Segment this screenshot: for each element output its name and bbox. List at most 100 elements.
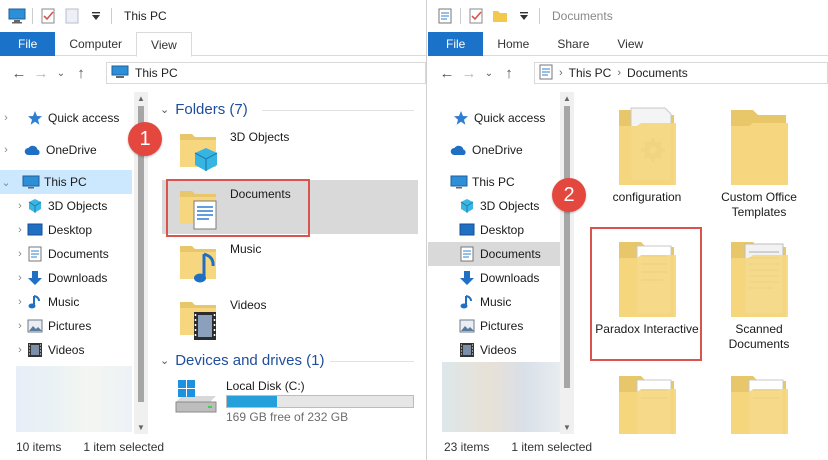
properties-icon[interactable]: [39, 8, 57, 24]
nav-item-downloads[interactable]: Downloads: [428, 266, 560, 290]
nav-item-3d-objects[interactable]: 3D Objects: [428, 194, 560, 218]
music-icon: [26, 294, 44, 310]
chevron-right-icon[interactable]: ›: [14, 272, 26, 284]
forward-arrow-icon[interactable]: →: [458, 62, 480, 84]
folder-item-custom-office-templates[interactable]: Custom Office Templates: [704, 104, 814, 220]
scroll-up-arrow-icon[interactable]: ▲: [134, 94, 148, 103]
chevron-down-icon[interactable]: ⌄: [0, 176, 12, 189]
nav-item-music[interactable]: › Music: [0, 290, 132, 314]
navigation-bar: ← → ⌄ ↑ › This PC › Documents: [428, 60, 828, 86]
forward-arrow-icon[interactable]: →: [30, 62, 52, 84]
chevron-right-icon[interactable]: ›: [14, 344, 26, 356]
scanned-folder-icon: [731, 242, 788, 317]
chevron-right-icon[interactable]: ›: [14, 200, 26, 212]
back-arrow-icon[interactable]: ←: [8, 62, 30, 84]
devices-group-header[interactable]: ⌄ Devices and drives (1): [160, 352, 324, 369]
video-icon: [458, 342, 476, 358]
scroll-down-arrow-icon[interactable]: ▼: [134, 423, 148, 432]
nav-item-documents[interactable]: Documents: [428, 242, 560, 266]
window-title: Documents: [552, 9, 613, 23]
music-folder-icon: [180, 246, 216, 283]
nav-label: OneDrive: [472, 143, 523, 157]
folder-label: configuration: [612, 190, 682, 204]
folder-label: Music: [230, 242, 262, 256]
chevron-right-icon[interactable]: ›: [14, 248, 26, 260]
chevron-right-icon[interactable]: ›: [14, 320, 26, 332]
nav-item-this-pc[interactable]: ⌄ This PC: [0, 170, 132, 194]
music-icon: [458, 294, 476, 310]
scrollbar-thumb[interactable]: [564, 106, 570, 388]
folder-item-3d-objects[interactable]: 3D Objects: [176, 126, 416, 176]
nav-label: Pictures: [480, 319, 524, 333]
new-folder-icon[interactable]: [63, 8, 81, 24]
nav-item-desktop[interactable]: › Desktop: [0, 218, 132, 242]
breadcrumb-this-pc[interactable]: This PC: [569, 66, 612, 80]
explorer-window-documents: Documents File Home Share View ← → ⌄ ↑ ›…: [428, 0, 828, 460]
selection-count: 1 item selected: [83, 440, 165, 454]
nav-item-documents[interactable]: › Documents: [0, 242, 132, 266]
nav-item-this-pc[interactable]: This PC: [428, 170, 560, 194]
breadcrumb-separator-icon[interactable]: ›: [617, 67, 621, 79]
drive-label: Local Disk (C:): [226, 379, 305, 393]
address-bar[interactable]: This PC: [106, 62, 426, 84]
breadcrumb-this-pc[interactable]: This PC: [135, 66, 178, 80]
nav-item-quick-access[interactable]: › Quick access: [0, 106, 132, 130]
chevron-down-icon[interactable]: ⌄: [160, 103, 169, 116]
breadcrumb-separator-icon[interactable]: ›: [559, 67, 563, 79]
folder-item-videos[interactable]: Videos: [176, 294, 416, 344]
back-arrow-icon[interactable]: ←: [436, 62, 458, 84]
folder-item-music[interactable]: Music: [176, 238, 416, 288]
chevron-right-icon[interactable]: ›: [0, 112, 12, 124]
tab-view[interactable]: View: [603, 32, 657, 56]
tab-file[interactable]: File: [428, 32, 484, 56]
up-arrow-icon[interactable]: ↑: [70, 62, 92, 84]
star-icon: [452, 110, 470, 126]
nav-item-videos[interactable]: Videos: [428, 338, 560, 362]
recent-locations-chevron-icon[interactable]: ⌄: [52, 62, 70, 84]
chevron-right-icon[interactable]: ›: [14, 296, 26, 308]
tab-home[interactable]: Home: [483, 32, 543, 56]
nav-item-quick-access[interactable]: Quick access: [428, 106, 560, 130]
cube-icon: [458, 198, 476, 214]
address-bar[interactable]: › This PC › Documents: [534, 62, 828, 84]
nav-item-desktop[interactable]: Desktop: [428, 218, 560, 242]
up-arrow-icon[interactable]: ↑: [498, 62, 520, 84]
tab-file[interactable]: File: [0, 32, 56, 56]
tab-share[interactable]: Share: [543, 32, 603, 56]
folder-item-scanned-documents[interactable]: Scanned Documents: [704, 236, 814, 352]
tab-view[interactable]: View: [136, 32, 192, 57]
nav-item-onedrive[interactable]: OneDrive: [428, 138, 560, 162]
recent-locations-chevron-icon[interactable]: ⌄: [480, 62, 498, 84]
nav-item-pictures[interactable]: › Pictures: [0, 314, 132, 338]
status-bar: 10 items 1 item selected: [0, 434, 426, 460]
folder-label: 3D Objects: [230, 130, 290, 144]
folder-label: Custom Office Templates: [721, 190, 797, 219]
nav-label: Music: [48, 295, 80, 309]
chevron-right-icon[interactable]: ›: [14, 224, 26, 236]
tab-computer[interactable]: Computer: [55, 32, 136, 56]
scroll-down-arrow-icon[interactable]: ▼: [560, 423, 574, 432]
customize-toolbar-icon[interactable]: [87, 8, 105, 24]
cube-folder-icon: [180, 134, 218, 171]
nav-label: Desktop: [48, 223, 93, 237]
nav-item-music[interactable]: Music: [428, 290, 560, 314]
scroll-up-arrow-icon[interactable]: ▲: [560, 94, 574, 103]
video-icon: [26, 342, 44, 358]
nav-item-videos[interactable]: › Videos: [0, 338, 132, 362]
new-folder-icon[interactable]: [491, 8, 509, 24]
breadcrumb-documents[interactable]: Documents: [627, 66, 688, 80]
nav-item-onedrive[interactable]: › OneDrive: [0, 138, 132, 162]
folder-item-configuration[interactable]: configuration: [592, 104, 702, 205]
nav-label: Downloads: [480, 271, 540, 285]
folders-group-header[interactable]: ⌄ Folders (7): [160, 101, 248, 118]
highlight-box: [590, 227, 702, 361]
chevron-right-icon[interactable]: ›: [0, 144, 12, 156]
nav-item-pictures[interactable]: Pictures: [428, 314, 560, 338]
nav-item-3d-objects[interactable]: › 3D Objects: [0, 194, 132, 218]
chevron-down-icon[interactable]: ⌄: [160, 354, 169, 367]
nav-item-downloads[interactable]: › Downloads: [0, 266, 132, 290]
customize-toolbar-icon[interactable]: [515, 8, 533, 24]
navigation-scrollbar[interactable]: ▲ ▼: [560, 92, 574, 434]
selection-count: 1 item selected: [511, 440, 593, 454]
properties-icon[interactable]: [467, 8, 485, 24]
